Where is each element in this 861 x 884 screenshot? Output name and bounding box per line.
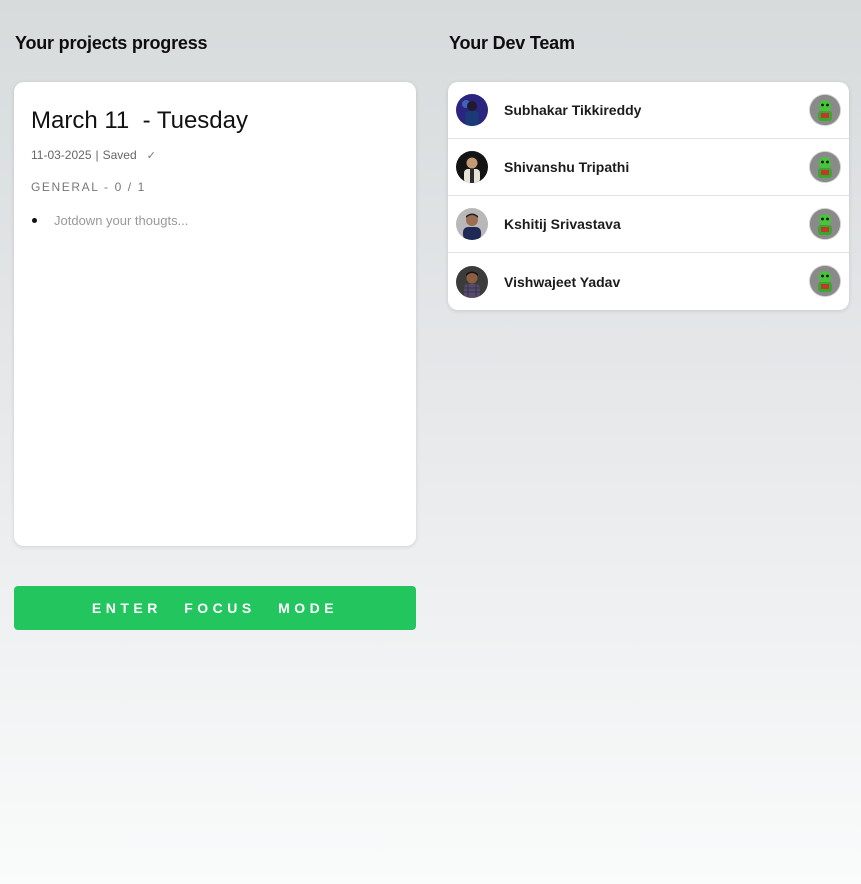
avatar xyxy=(456,208,488,240)
bullet-icon xyxy=(32,218,37,223)
team-member-row[interactable]: Subhakar Tikkireddy xyxy=(448,82,849,139)
team-member-row[interactable]: Shivanshu Tripathi xyxy=(448,139,849,196)
robot-icon[interactable] xyxy=(810,152,840,182)
member-name: Shivanshu Tripathi xyxy=(504,159,630,175)
robot-icon[interactable] xyxy=(810,266,840,296)
avatar xyxy=(456,94,488,126)
team-member-row[interactable]: Kshitij Srivastava xyxy=(448,196,849,253)
avatar xyxy=(456,265,488,298)
journal-date-heading: March 11 - Tuesday xyxy=(31,107,248,134)
journal-entry-input[interactable] xyxy=(54,213,374,228)
avatar xyxy=(456,151,488,183)
robot-icon[interactable] xyxy=(810,209,840,239)
member-name: Kshitij Srivastava xyxy=(504,216,621,232)
member-name: Vishwajeet Yadav xyxy=(504,273,621,290)
team-list: Subhakar Tikkireddy Shivanshu Tripathi K… xyxy=(448,82,849,310)
journal-entry xyxy=(31,213,374,228)
check-icon: ✓ xyxy=(146,149,156,162)
journal-meta: 11-03-2025 | Saved ✓ xyxy=(31,148,156,162)
team-member-row[interactable]: Vishwajeet Yadav xyxy=(448,253,849,310)
enter-focus-mode-button[interactable]: ENTER FOCUS MODE xyxy=(14,586,416,630)
robot-icon[interactable] xyxy=(810,95,840,125)
journal-category: GENERAL - 0 / 1 xyxy=(31,180,146,194)
save-status: Saved xyxy=(102,148,137,162)
projects-title: Your projects progress xyxy=(15,33,208,53)
journal-date-stamp: 11-03-2025 xyxy=(31,148,92,162)
meta-separator: | xyxy=(95,148,99,162)
member-name: Subhakar Tikkireddy xyxy=(504,102,642,118)
journal-card: March 11 - Tuesday 11-03-2025 | Saved ✓ … xyxy=(14,82,416,546)
team-title: Your Dev Team xyxy=(449,33,575,53)
